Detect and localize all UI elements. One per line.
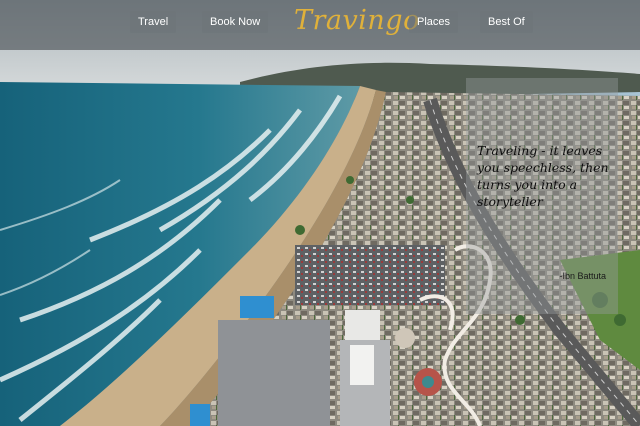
nav-best-of-link[interactable]: Best Of <box>480 11 533 33</box>
nav-book-now-link[interactable]: Book Now <box>202 11 269 33</box>
top-navbar: Travel Book Now Travingo Places Best Of <box>0 0 640 50</box>
quote-text: Traveling - it leaves you speechless, th… <box>477 143 609 209</box>
page: Travel Book Now Travingo Places Best Of … <box>0 0 640 426</box>
site-logo[interactable]: Travingo <box>294 5 420 36</box>
quote-panel: Traveling - it leaves you speechless, th… <box>466 78 618 314</box>
nav-travel-link[interactable]: Travel <box>130 11 177 33</box>
nav-places-link[interactable]: Places <box>409 11 459 33</box>
quote-author: -Ibn Battuta <box>559 271 606 281</box>
